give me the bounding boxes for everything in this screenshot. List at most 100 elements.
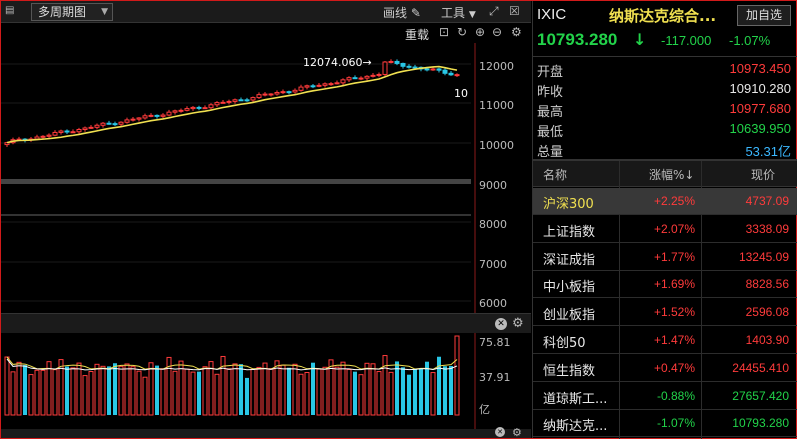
item-price: 8828.56 <box>745 277 789 292</box>
stat-value: 10910.280 <box>729 81 791 96</box>
candle-body <box>148 114 154 117</box>
price-tick: 9000 <box>479 179 507 192</box>
candle-body <box>298 86 304 91</box>
stat-label: 昨收 <box>537 85 564 100</box>
header-price[interactable]: 现价 <box>751 166 775 183</box>
volume-bar <box>425 361 429 415</box>
stat-value: 10639.950 <box>729 121 791 136</box>
item-price: 1403.90 <box>745 333 789 347</box>
indicator-icon[interactable]: ▤ <box>5 5 14 16</box>
candle-body <box>136 117 142 120</box>
volume-bar <box>250 368 256 416</box>
volume-bar <box>454 335 460 416</box>
volume-bar <box>268 368 274 416</box>
close-icon[interactable]: ✕ <box>495 427 505 437</box>
add-watchlist-button[interactable]: 加自选 <box>737 5 791 26</box>
item-name: 沪深300 <box>543 197 594 212</box>
stat-label: 最高 <box>537 105 564 120</box>
chevron-down-icon: ▼ <box>101 7 108 17</box>
item-price: 27657.420 <box>732 388 789 403</box>
volume-unit: 亿 <box>479 403 490 416</box>
list-item[interactable]: 创业板指 +1.52% 2596.08 <box>533 299 797 327</box>
volume-bar <box>430 372 436 416</box>
volume-bar <box>16 361 22 416</box>
list-item[interactable]: 科创50 +1.47% 1403.90 <box>533 327 797 354</box>
quote-header: IXIC 纳斯达克综合... 加自选 10793.280 ↓ -117.000 … <box>533 1 797 55</box>
gear-icon[interactable]: ⚙ <box>511 25 522 39</box>
item-change-pct: -1.07% <box>656 416 695 431</box>
candle-body <box>346 77 352 81</box>
candle-body <box>142 115 148 119</box>
volume-bar <box>340 361 346 416</box>
candle-body <box>64 130 70 133</box>
volume-bar <box>364 362 370 416</box>
candle-body <box>118 121 124 125</box>
list-item[interactable]: 深证成指 +1.77% 13245.09 <box>533 244 797 271</box>
volume-bar <box>245 377 249 415</box>
zoom-in-icon[interactable]: ⊕ <box>475 25 485 39</box>
volume-bar <box>292 363 298 416</box>
list-item[interactable]: 上证指数 +2.07% 3338.09 <box>533 216 797 243</box>
quote-stats: 开盘 10973.450 昨收 10910.280 最高 10977.680 最低 10639… <box>533 56 797 160</box>
gear-icon[interactable]: ⚙ <box>512 426 522 439</box>
refresh-icon[interactable]: ↻ <box>457 25 467 39</box>
volume-bar <box>370 363 376 416</box>
volume-bar <box>70 367 76 416</box>
header-change-pct[interactable]: 涨幅%↓ <box>649 166 694 183</box>
volume-bar <box>190 371 196 416</box>
reload-button[interactable]: 重载 <box>405 26 429 43</box>
price-tick: 6000 <box>479 297 507 310</box>
volume-bar <box>262 362 268 416</box>
candle-body <box>436 68 442 71</box>
candle-body <box>424 68 430 71</box>
period-select[interactable]: 多周期图 ▼ <box>31 3 113 21</box>
volume-bar <box>395 361 399 415</box>
candle-body <box>52 131 58 136</box>
list-item[interactable]: 道琼斯工... -0.88% 27657.420 <box>533 383 797 410</box>
candle-body <box>256 94 262 99</box>
candle-body <box>166 111 172 116</box>
volume-bar <box>155 365 159 415</box>
candlestick-chart: 12074.060→ 10 12000 11000 10000 9000 800… <box>1 43 514 313</box>
candle-body <box>334 82 340 85</box>
gear-icon[interactable]: ⚙ <box>512 317 524 330</box>
candle-body <box>370 74 376 77</box>
volume-bar <box>419 368 423 415</box>
list-item[interactable]: 纳斯达克... -1.07% 10793.280 <box>533 410 797 438</box>
stat-row: 最低 10639.950 <box>533 119 797 140</box>
candle-body <box>274 91 280 95</box>
tools-button[interactable]: 工具 ▼ <box>441 4 476 21</box>
volume-bar <box>76 362 82 416</box>
candle-body <box>352 77 358 80</box>
candle-body <box>244 99 250 102</box>
candle-body <box>232 99 238 102</box>
volume-bar <box>353 371 357 415</box>
draw-line-button[interactable]: 画线 ✎ <box>383 4 421 21</box>
arrow-down-icon: ↓ <box>633 30 647 49</box>
stat-row: 昨收 10910.280 <box>533 79 797 100</box>
volume-bar <box>172 370 178 416</box>
candle-body <box>262 93 268 96</box>
volume-bar <box>40 369 46 416</box>
candle-body <box>454 74 460 77</box>
item-change-pct: +1.52% <box>653 305 695 320</box>
lock-icon[interactable]: ⊡ <box>439 25 449 39</box>
item-change-pct: +0.47% <box>653 360 695 375</box>
chart-panel: ▤ 多周期图 ▼ 画线 ✎ 工具 ▼ ⤢ ☒ 重载 ⊡ ↻ ⊕ ⊖ ⚙ 1207… <box>1 1 531 439</box>
volume-bar <box>298 373 304 416</box>
item-change-pct: +1.69% <box>653 277 695 292</box>
close-box-icon[interactable]: ☒ <box>509 4 520 18</box>
list-item[interactable]: 沪深300 +2.25% 4737.09 <box>533 188 797 215</box>
volume-bar <box>449 366 453 415</box>
list-item[interactable]: 恒生指数 +0.47% 24455.410 <box>533 355 797 382</box>
item-change-pct: +2.07% <box>653 221 695 236</box>
candle-body <box>316 84 322 87</box>
list-item[interactable]: 中小板指 +1.69% 8828.56 <box>533 271 797 299</box>
expand-icon[interactable]: ⤢ <box>489 4 499 19</box>
close-icon[interactable]: ✕ <box>495 318 507 330</box>
item-change-pct: -0.88% <box>656 388 695 403</box>
draw-line-label: 画线 <box>383 6 408 20</box>
stat-value: 10973.450 <box>729 61 791 76</box>
header-name[interactable]: 名称 <box>543 166 567 183</box>
zoom-out-icon[interactable]: ⊖ <box>492 25 502 39</box>
